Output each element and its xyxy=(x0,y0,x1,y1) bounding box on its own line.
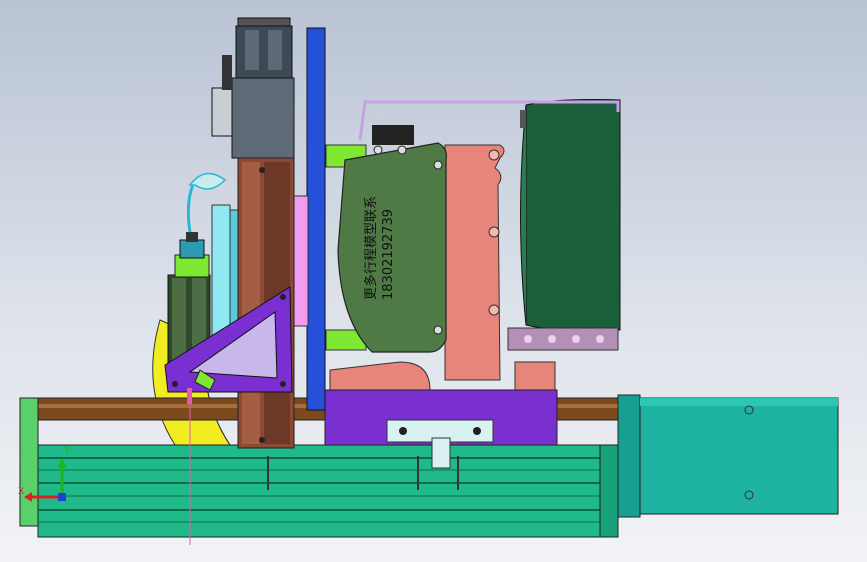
triad-y-label: Y xyxy=(63,445,70,455)
salmon-base xyxy=(329,361,556,391)
aluminum-profile xyxy=(507,327,619,351)
cad-model-drawing: 更多行程模型联系 18302192739 X Y xyxy=(18,17,839,545)
motor-top xyxy=(211,17,295,159)
salmon-bracket xyxy=(444,144,505,381)
dark-green-drum xyxy=(520,99,621,331)
triad-x-label: X xyxy=(18,487,24,497)
svg-text:18302192739: 18302192739 xyxy=(381,209,396,300)
servo-motor xyxy=(617,394,839,518)
blue-plate xyxy=(306,27,326,411)
svg-text:更多行程模型联系: 更多行程模型联系 xyxy=(363,196,379,300)
cad-viewport[interactable]: 更多行程模型联系 18302192739 X Y xyxy=(0,0,867,562)
